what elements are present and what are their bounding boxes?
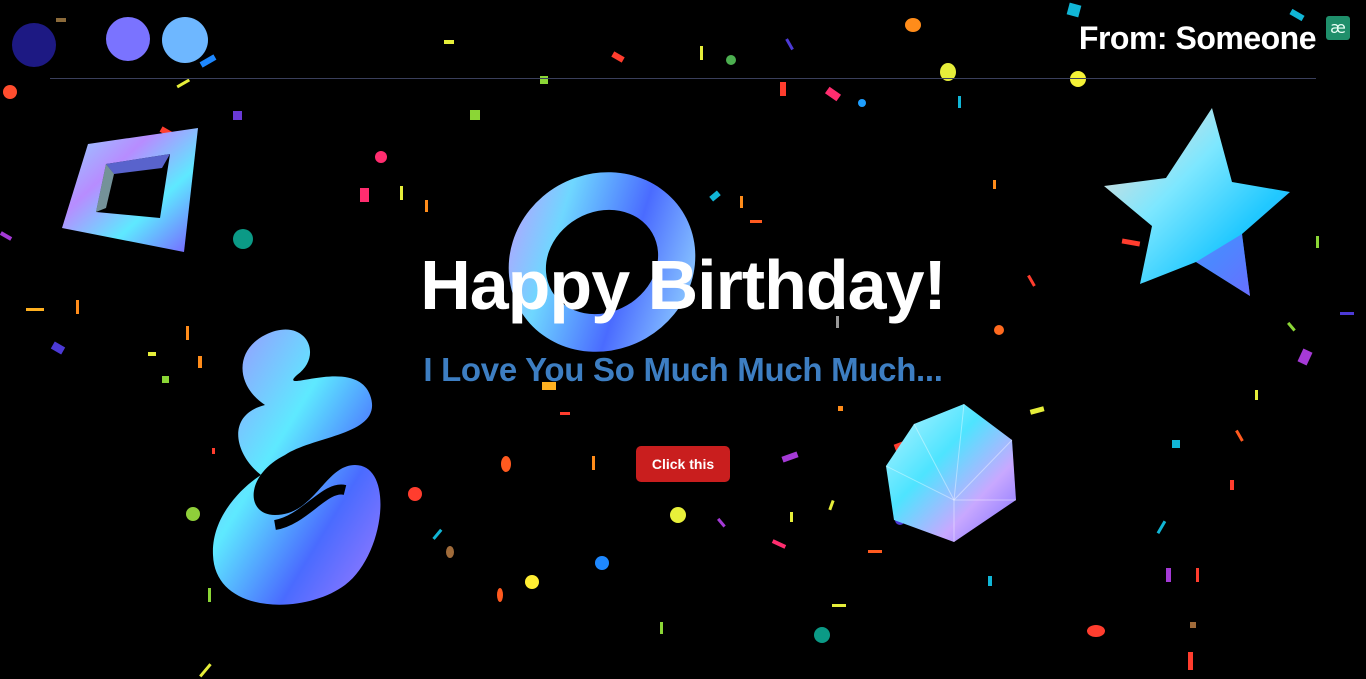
top-bar: From: Someone æ	[0, 0, 1366, 80]
violet-dot	[106, 17, 150, 61]
sky-blue-dot	[162, 17, 208, 63]
page-subtitle: I Love You So Much Much Much...	[423, 351, 943, 388]
brand-logo-icon: æ	[1326, 16, 1350, 40]
holographic-square-frame	[62, 128, 198, 252]
holographic-icosahedron	[885, 403, 1016, 542]
page-title: Happy Birthday!	[420, 246, 947, 324]
dark-blue-dot	[12, 23, 56, 67]
birthday-page: From: Someone æ Happy Birthday! I Love Y…	[0, 0, 1366, 679]
click-this-button[interactable]: Click this	[636, 446, 730, 482]
header-divider	[50, 78, 1316, 79]
from-label: From: Someone	[1078, 20, 1317, 56]
